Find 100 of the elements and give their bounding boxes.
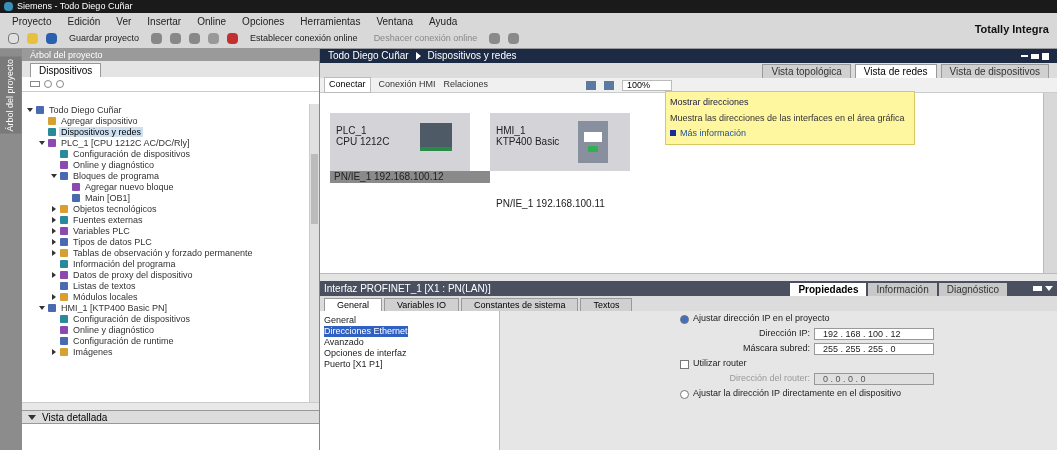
tree-item[interactable]: Objetos tecnológicos <box>71 203 159 214</box>
tree-item[interactable]: Información del programa <box>71 258 178 269</box>
expand-icon[interactable] <box>51 238 56 245</box>
field-label: Dirección IP: <box>757 327 810 341</box>
property-tab[interactable]: Variables IO <box>384 298 459 311</box>
checkbox[interactable] <box>680 359 689 369</box>
tree-item[interactable]: Dispositivos y redes <box>59 126 144 137</box>
tree-item[interactable]: Tipos de datos PLC <box>71 236 154 247</box>
field-label: Dirección del router: <box>728 372 810 386</box>
scrollbar[interactable] <box>320 273 1057 281</box>
toolbar-icon[interactable] <box>208 33 220 44</box>
inspector-tab[interactable]: Diagnóstico <box>938 283 1007 296</box>
tree-item[interactable]: Main [OB1] <box>83 192 133 203</box>
caret-icon[interactable] <box>1045 286 1053 291</box>
scrollbar[interactable] <box>309 104 319 402</box>
tree-item[interactable]: Online y diagnóstico <box>71 159 157 170</box>
tree-item[interactable]: Bloques de programa <box>71 170 162 181</box>
maximize-icon[interactable] <box>1042 52 1049 60</box>
menu-item[interactable]: Online <box>197 13 227 29</box>
tree-item[interactable]: Tablas de observación y forzado permanente <box>71 247 255 258</box>
toolbar-icon[interactable] <box>604 80 615 90</box>
device-name: HMI_1 <box>496 125 527 136</box>
plc-icon <box>420 123 452 151</box>
property-tab[interactable]: Constantes de sistema <box>460 298 579 311</box>
caret-icon <box>28 414 36 420</box>
collapse-icon[interactable] <box>38 140 45 145</box>
tree-item[interactable]: Imágenes <box>71 346 115 357</box>
menu-item[interactable]: Edición <box>67 13 101 29</box>
nav-item[interactable]: Puerto [X1 P1] <box>324 359 383 370</box>
tree-item[interactable]: HMI_1 [KTP400 Basic PN] <box>59 302 170 313</box>
menu-item[interactable]: Ver <box>116 13 132 29</box>
property-tab[interactable]: Textos <box>580 298 633 311</box>
toolbar-icon[interactable] <box>489 33 501 44</box>
nav-item[interactable]: Avanzado <box>324 337 364 348</box>
toolbar-icon[interactable] <box>189 33 201 44</box>
view-tab[interactable]: Vista de dispositivos <box>940 64 1049 78</box>
ip-field[interactable]: 255 . 255 . 255 . 0 <box>814 343 934 355</box>
menu-item[interactable]: Opciones <box>242 13 285 29</box>
expand-icon[interactable] <box>51 271 56 278</box>
view-tab[interactable]: Vista de redes <box>854 64 937 78</box>
expand-icon[interactable] <box>51 293 56 300</box>
tree-item[interactable]: Datos de proxy del dispositivo <box>71 269 195 280</box>
tree-item[interactable]: Listas de textos <box>71 280 138 291</box>
menu-item[interactable]: Ventana <box>376 13 414 29</box>
scrollbar[interactable] <box>22 402 319 410</box>
expand-icon[interactable] <box>51 348 56 355</box>
nav-item[interactable]: Opciones de interfaz <box>324 348 407 359</box>
nav-item[interactable]: General <box>324 315 357 326</box>
device-card[interactable]: HMI_1 KTP400 Basic <box>490 113 630 171</box>
expand-icon[interactable] <box>51 227 56 234</box>
toolbar-icon[interactable] <box>170 33 182 44</box>
tree-item[interactable]: Agregar nuevo bloque <box>83 181 176 192</box>
scrollbar[interactable] <box>1043 93 1057 273</box>
menu-item[interactable]: Herramientas <box>300 13 361 29</box>
expand-icon[interactable] <box>51 216 56 223</box>
radio-label: Ajustar la dirección IP directamente en el dispositivo <box>693 387 901 401</box>
tree-item[interactable]: Todo Diego Cuñar <box>47 104 124 115</box>
hmi-connection-button[interactable]: Conexión HMI <box>378 78 436 92</box>
collapse-icon[interactable] <box>26 107 33 112</box>
devices-tab[interactable]: Dispositivos <box>30 63 102 77</box>
tree-item[interactable]: Configuración de runtime <box>71 335 176 346</box>
menu-item[interactable]: Insertar <box>147 13 182 29</box>
toolbar-icon[interactable] <box>508 33 520 44</box>
nav-item[interactable]: Direcciones Ethernet <box>324 326 408 337</box>
side-tab[interactable]: Árbol del proyecto <box>0 57 22 134</box>
save-project-button[interactable]: Guardar proyecto <box>65 31 144 46</box>
breadcrumb-item[interactable]: Todo Diego Cuñar <box>328 51 409 61</box>
new-project-icon[interactable] <box>8 33 19 44</box>
tree-item[interactable]: Variables PLC <box>71 225 132 236</box>
details-header[interactable]: Vista detallada <box>22 410 319 424</box>
ip-field[interactable]: 192 . 168 . 100 . 12 <box>814 328 934 340</box>
list-icon[interactable] <box>30 81 40 87</box>
collapse-icon[interactable] <box>50 173 57 178</box>
property-tab[interactable]: General <box>324 298 383 311</box>
device-card[interactable]: PLC_1 CPU 1212C <box>330 113 470 171</box>
tree-item[interactable]: Online y diagnóstico <box>71 324 157 335</box>
radio-button[interactable] <box>680 389 689 399</box>
toolbar-icon[interactable] <box>151 33 163 44</box>
tree-item[interactable]: Fuentes externas <box>71 214 145 225</box>
menu-item[interactable]: Ayuda <box>429 13 458 29</box>
tree-item[interactable]: Configuración de dispositivos <box>71 313 193 324</box>
inspector-tab[interactable]: Propiedades <box>790 283 867 296</box>
tree-item[interactable]: Módulos locales <box>71 291 140 302</box>
view-tab[interactable]: Vista topológica <box>762 64 851 78</box>
tree-item[interactable]: Agregar dispositivo <box>59 115 140 126</box>
zoom-field[interactable]: 100% <box>622 79 673 91</box>
tree-item[interactable]: Configuración de dispositivos <box>71 148 193 159</box>
expand-icon[interactable] <box>51 249 56 256</box>
collapse-icon[interactable] <box>38 305 45 310</box>
breadcrumb-item[interactable]: Dispositivos y redes <box>427 51 517 61</box>
radio-button[interactable] <box>680 314 689 324</box>
more-info-link[interactable]: Más información <box>680 126 747 140</box>
go-online-button[interactable]: Establecer conexión online <box>246 31 362 46</box>
connect-dropdown[interactable]: Conectar <box>324 77 371 93</box>
inspector-tab[interactable]: Información <box>868 283 937 296</box>
tree-item[interactable]: PLC_1 [CPU 1212C AC/DC/Rly] <box>59 137 192 148</box>
menu-item[interactable]: Proyecto <box>12 13 52 29</box>
restore-icon[interactable] <box>1031 53 1039 59</box>
expand-icon[interactable] <box>51 205 56 212</box>
relations-button[interactable]: Relaciones <box>443 78 489 92</box>
